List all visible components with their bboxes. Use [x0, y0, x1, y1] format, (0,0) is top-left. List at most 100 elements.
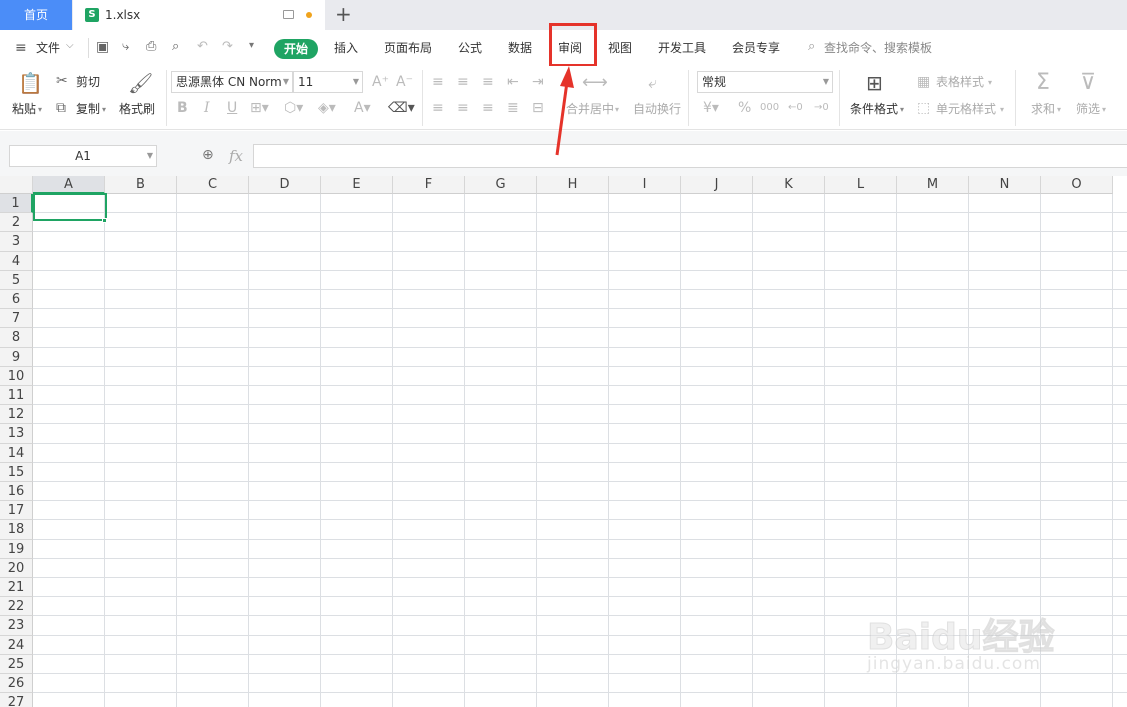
- percent-icon[interactable]: %: [738, 100, 751, 116]
- row-header[interactable]: 22: [0, 597, 33, 617]
- zoom-icon[interactable]: ⊕: [202, 147, 214, 163]
- row-header[interactable]: 2: [0, 213, 33, 233]
- paste-icon[interactable]: 📋: [18, 71, 43, 95]
- thousands-separator-icon[interactable]: 000: [760, 100, 779, 116]
- column-header[interactable]: L: [825, 176, 897, 194]
- chevron-down-icon[interactable]: ▾: [900, 105, 904, 114]
- chevron-down-icon[interactable]: ▾: [988, 78, 992, 87]
- font-name-select[interactable]: 思源黑体 CN Norm ▼: [171, 71, 293, 93]
- row-header[interactable]: 5: [0, 270, 33, 290]
- number-format-select[interactable]: 常规 ▼: [697, 71, 833, 93]
- formula-input[interactable]: [253, 144, 1127, 168]
- row-header[interactable]: 23: [0, 616, 33, 636]
- column-header[interactable]: F: [393, 176, 465, 194]
- cell-style-icon[interactable]: ⬚: [917, 100, 930, 116]
- row-header[interactable]: 27: [0, 693, 33, 707]
- column-header[interactable]: C: [177, 176, 249, 194]
- column-header[interactable]: O: [1041, 176, 1113, 194]
- sum-icon[interactable]: Σ: [1036, 70, 1050, 96]
- search-icon[interactable]: ⌕: [808, 39, 815, 54]
- tab-view[interactable]: 视图: [608, 41, 632, 55]
- conditional-format-button[interactable]: 条件格式: [850, 102, 898, 116]
- cell-style-button[interactable]: 单元格样式: [936, 102, 996, 116]
- row-header[interactable]: 3: [0, 232, 33, 252]
- save-icon[interactable]: ▣: [96, 39, 109, 55]
- align-middle-icon[interactable]: ≡: [457, 74, 469, 90]
- print-icon[interactable]: ⎙: [146, 39, 156, 54]
- font-size-select[interactable]: 11 ▼: [293, 71, 363, 93]
- print-preview-icon[interactable]: ⌕: [172, 39, 179, 54]
- fx-icon[interactable]: fx: [229, 147, 243, 165]
- fill-handle[interactable]: [102, 218, 107, 224]
- chevron-down-icon[interactable]: ▾: [1102, 105, 1106, 114]
- filter-icon[interactable]: ⊽: [1080, 70, 1096, 96]
- export-icon[interactable]: ⤷: [122, 39, 129, 54]
- row-header[interactable]: 13: [0, 424, 33, 444]
- row-header[interactable]: 25: [0, 654, 33, 674]
- tab-start[interactable]: 开始: [274, 39, 318, 59]
- column-header[interactable]: E: [321, 176, 393, 194]
- sum-button[interactable]: 求和: [1031, 102, 1055, 116]
- copy-icon[interactable]: ⧉: [56, 100, 66, 116]
- chevron-down-icon[interactable]: ▾: [38, 105, 42, 114]
- row-header[interactable]: 26: [0, 674, 33, 694]
- column-header[interactable]: J: [681, 176, 753, 194]
- tab-file-1xlsx[interactable]: S 1.xlsx: [73, 0, 325, 30]
- row-header[interactable]: 20: [0, 558, 33, 578]
- justify-icon[interactable]: ≣: [507, 100, 519, 116]
- row-header[interactable]: 4: [0, 251, 33, 271]
- row-header[interactable]: 14: [0, 443, 33, 463]
- row-header[interactable]: 8: [0, 328, 33, 348]
- chevron-down-icon[interactable]: ▾: [102, 105, 106, 114]
- row-header[interactable]: 6: [0, 290, 33, 310]
- align-right-icon[interactable]: ≡: [482, 100, 494, 116]
- chevron-down-icon[interactable]: ▾: [1057, 105, 1061, 114]
- row-header[interactable]: 15: [0, 462, 33, 482]
- conditional-format-icon[interactable]: ⊞: [866, 72, 883, 94]
- scissors-icon[interactable]: ✂: [56, 73, 68, 89]
- name-box[interactable]: A1 ▼: [9, 145, 157, 167]
- column-header[interactable]: N: [969, 176, 1041, 194]
- format-painter-icon[interactable]: 🖌: [128, 71, 153, 95]
- column-header[interactable]: A: [33, 176, 105, 194]
- row-header[interactable]: 21: [0, 578, 33, 598]
- align-center-icon[interactable]: ≡: [457, 100, 469, 116]
- column-header[interactable]: D: [249, 176, 321, 194]
- column-header[interactable]: M: [897, 176, 969, 194]
- border-icon[interactable]: ⊞▾: [250, 100, 269, 116]
- chevron-down-icon[interactable]: ⌵: [66, 40, 74, 51]
- merge-cells-icon[interactable]: ⟷: [582, 72, 608, 94]
- menu-file[interactable]: 文件: [36, 41, 60, 55]
- filter-button[interactable]: 筛选: [1076, 102, 1100, 116]
- column-header[interactable]: B: [105, 176, 177, 194]
- column-header[interactable]: I: [609, 176, 681, 194]
- font-color-icon[interactable]: A▾: [354, 100, 371, 116]
- tab-developer[interactable]: 开发工具: [658, 41, 706, 55]
- row-header[interactable]: 10: [0, 366, 33, 386]
- monitor-icon[interactable]: [283, 10, 294, 19]
- row-header[interactable]: 12: [0, 405, 33, 425]
- row-header[interactable]: 7: [0, 309, 33, 329]
- tab-data[interactable]: 数据: [508, 41, 532, 55]
- tab-insert[interactable]: 插入: [334, 41, 358, 55]
- chevron-down-icon[interactable]: ▾: [1000, 105, 1004, 114]
- tab-page-layout[interactable]: 页面布局: [384, 41, 432, 55]
- selected-cell-a1[interactable]: [33, 193, 107, 222]
- redo-icon[interactable]: ↷: [222, 39, 233, 54]
- align-top-icon[interactable]: ≡: [432, 74, 444, 90]
- row-header[interactable]: 1: [0, 194, 33, 214]
- spreadsheet-grid[interactable]: ABCDEFGHIJKLMNO 1 2 3 4 5 6 7 8 9 10 11 12 13 14 15 16 1…: [0, 176, 1127, 707]
- command-search[interactable]: 查找命令、搜索模板: [824, 41, 932, 55]
- tab-formula[interactable]: 公式: [458, 41, 482, 55]
- wrap-text-icon[interactable]: ⤶: [648, 72, 657, 94]
- decrease-decimal-icon[interactable]: →0: [814, 100, 829, 116]
- customize-toolbar-icon[interactable]: ▾: [249, 40, 254, 51]
- cut-button[interactable]: 剪切: [76, 75, 100, 89]
- row-header[interactable]: 24: [0, 635, 33, 655]
- select-all-corner[interactable]: [0, 176, 33, 194]
- row-header[interactable]: 9: [0, 347, 33, 367]
- copy-button[interactable]: 复制: [76, 102, 100, 116]
- bold-icon[interactable]: B: [177, 100, 188, 116]
- italic-icon[interactable]: I: [204, 100, 210, 116]
- increase-decimal-icon[interactable]: ←0: [788, 100, 803, 116]
